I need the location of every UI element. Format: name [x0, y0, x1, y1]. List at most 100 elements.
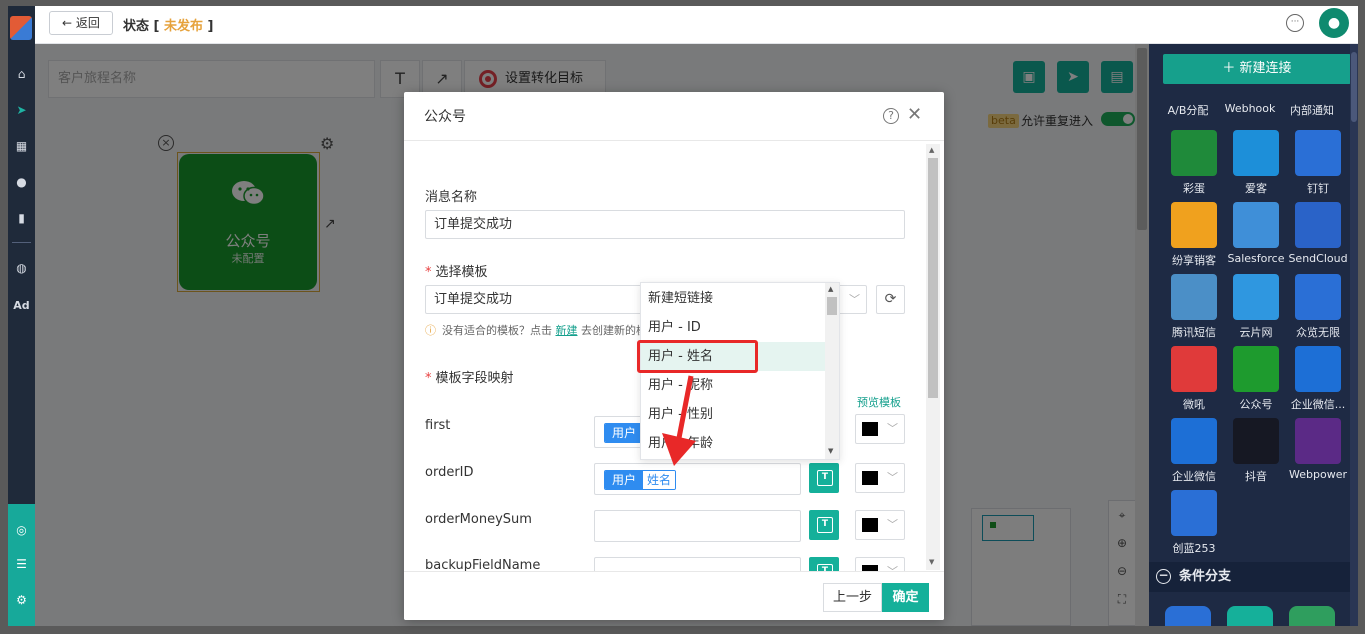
- target-nav-icon[interactable]: ◎: [8, 518, 35, 542]
- layout-icon[interactable]: ▦: [8, 134, 35, 158]
- palette-item[interactable]: SendCloud: [1287, 202, 1349, 274]
- palette-item[interactable]: 纷享销客: [1163, 202, 1225, 274]
- field-tag[interactable]: 用户 姓名: [604, 470, 677, 490]
- user-icon[interactable]: ●: [8, 170, 35, 194]
- wecom-icon: [1295, 346, 1341, 392]
- palette-top-label[interactable]: Webhook: [1219, 102, 1281, 115]
- chevron-down-icon: ﹀: [849, 293, 860, 306]
- app-logo-icon: [10, 16, 32, 40]
- component-palette: ＋ 新建连接 A/B分配 Webhook 内部通知 彩蛋 爱客 钉钉纷享销客 Sale…: [1149, 44, 1358, 626]
- palette-item[interactable]: 钉钉: [1287, 130, 1349, 202]
- palette-top-label[interactable]: 内部通知: [1281, 102, 1343, 118]
- palette-item[interactable]: 云片网: [1225, 274, 1287, 346]
- back-button[interactable]: ← 返回: [49, 11, 113, 35]
- palette-top-label[interactable]: A/B分配: [1157, 102, 1219, 118]
- send-icon[interactable]: ➤: [8, 98, 35, 122]
- confirm-button[interactable]: 确定: [882, 583, 929, 612]
- palette-item-label: Webpower: [1289, 468, 1347, 481]
- palette-item-label: SendCloud: [1288, 252, 1348, 265]
- settings-nav-icon[interactable]: ⚙: [8, 588, 35, 612]
- condition-branch-header[interactable]: − 条件分支: [1149, 562, 1358, 592]
- palette-item-label: 云片网: [1239, 326, 1273, 339]
- preview-template-link[interactable]: 预览模板: [857, 394, 901, 410]
- refresh-button[interactable]: ⟳: [876, 285, 905, 314]
- field-mapping-input[interactable]: [594, 557, 801, 571]
- palette-item[interactable]: 创蓝253: [1163, 490, 1225, 562]
- highlight-box: [637, 340, 758, 373]
- palette-item-label: 企业微信: [1172, 470, 1216, 483]
- help-icon[interactable]: ?: [883, 108, 899, 124]
- modal-scrollbar[interactable]: ▲ ▼: [926, 144, 940, 570]
- create-template-link[interactable]: 新建: [556, 324, 578, 337]
- dropdown-item[interactable]: 用户 - ID: [641, 313, 825, 342]
- collapse-icon: −: [1156, 569, 1171, 584]
- text-insert-button[interactable]: [809, 510, 839, 540]
- branch-condition-icon[interactable]: [1227, 606, 1273, 626]
- palette-item[interactable]: 彩蛋: [1163, 130, 1225, 202]
- nav-bottom: ◎ ☰ ⚙: [8, 504, 35, 626]
- palette-scroll-thumb[interactable]: [1351, 52, 1357, 122]
- warning-icon: ⓘ: [425, 324, 436, 337]
- palette-item[interactable]: 抖音: [1225, 418, 1287, 490]
- field-mapping-input[interactable]: [594, 510, 801, 542]
- left-nav: ⌂ ➤ ▦ ● ▮ ◍ Ad ◎ ☰ ⚙: [8, 6, 35, 626]
- palette-item[interactable]: 腾讯短信: [1163, 274, 1225, 346]
- palette-item-label: 企业微信...: [1290, 398, 1346, 411]
- message-name-input[interactable]: 订单提交成功: [425, 210, 905, 239]
- palette-scrollbar[interactable]: [1350, 44, 1358, 626]
- home-icon[interactable]: ⌂: [8, 62, 35, 86]
- scroll-up-icon[interactable]: ▲: [929, 146, 934, 154]
- branch-edit-icon[interactable]: [1165, 606, 1211, 626]
- branch-label: 条件分支: [1179, 569, 1232, 584]
- nav-divider: [12, 242, 31, 243]
- field-mapping-input[interactable]: 用户 姓名: [594, 463, 801, 495]
- previous-step-button[interactable]: 上一步: [823, 583, 882, 612]
- color-picker[interactable]: ﹀: [855, 557, 905, 571]
- color-picker[interactable]: ﹀: [855, 414, 905, 444]
- palette-item[interactable]: Webpower: [1287, 418, 1349, 490]
- dropdown-scroll-thumb[interactable]: [827, 297, 837, 315]
- chevron-down-icon: ﹀: [887, 563, 898, 571]
- wechat-nav-icon[interactable]: ◍: [8, 256, 35, 280]
- list-nav-icon[interactable]: ☰: [8, 552, 35, 576]
- palette-item[interactable]: Salesforce: [1225, 202, 1287, 274]
- palette-item-label: 钉钉: [1307, 182, 1329, 195]
- scroll-down-icon[interactable]: ▼: [929, 558, 934, 566]
- top-header: ← 返回 状态 [ 未发布 ] ··· ●: [35, 6, 1358, 44]
- ad-icon[interactable]: Ad: [8, 294, 35, 318]
- cloud-icon: [1233, 202, 1279, 248]
- color-picker[interactable]: ﹀: [855, 463, 905, 493]
- palette-item-label: 彩蛋: [1183, 182, 1205, 195]
- palette-item[interactable]: 微吼: [1163, 346, 1225, 418]
- dropdown-item[interactable]: 用户 - 性别: [641, 400, 825, 429]
- dropdown-item[interactable]: 用户 - 年龄: [641, 429, 825, 458]
- mapping-label-text: 模板字段映射: [435, 371, 514, 386]
- close-icon[interactable]: ✕: [907, 104, 922, 125]
- scroll-down-icon[interactable]: ▼: [828, 447, 833, 455]
- avatar[interactable]: ●: [1319, 8, 1349, 38]
- text-insert-button[interactable]: [809, 557, 839, 571]
- field-tag[interactable]: 用户: [604, 423, 645, 443]
- palette-item[interactable]: 企业微信: [1163, 418, 1225, 490]
- palette-item[interactable]: 企业微信...: [1287, 346, 1349, 418]
- dropdown-item[interactable]: 新建短链接: [641, 284, 825, 313]
- template-label: * 选择模板: [425, 265, 488, 280]
- palette-item[interactable]: 公众号: [1225, 346, 1287, 418]
- field-name: first: [425, 418, 451, 433]
- palette-item[interactable]: 爱客: [1225, 130, 1287, 202]
- branch-split-icon[interactable]: [1289, 606, 1335, 626]
- color-picker[interactable]: ﹀: [855, 510, 905, 540]
- dropdown-scrollbar[interactable]: ▲ ▼: [825, 283, 839, 459]
- chart-icon[interactable]: ▮: [8, 206, 35, 230]
- scroll-up-icon[interactable]: ▲: [828, 285, 833, 293]
- text-insert-button[interactable]: [809, 463, 839, 493]
- modal-scroll-thumb[interactable]: [928, 158, 938, 398]
- color-swatch: [862, 422, 878, 436]
- palette-item[interactable]: 众览无限: [1287, 274, 1349, 346]
- chevron-down-icon: ﹀: [887, 518, 898, 531]
- chevron-down-icon: ﹀: [887, 422, 898, 435]
- new-connection-button[interactable]: ＋ 新建连接: [1163, 54, 1351, 84]
- webpower-icon: [1295, 418, 1341, 464]
- chat-icon[interactable]: ···: [1286, 14, 1304, 32]
- dropdown-item[interactable]: 用户 - 昵称: [641, 371, 825, 400]
